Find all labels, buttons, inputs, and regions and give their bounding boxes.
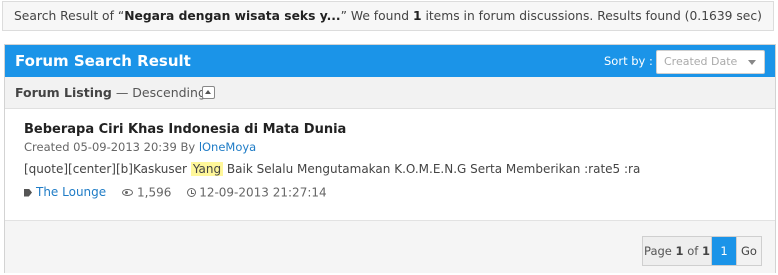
author-link[interactable]: lOneMoya bbox=[199, 140, 256, 154]
view-count: 1,596 bbox=[137, 185, 172, 200]
result-meta: The Lounge 1,596 12-09-2013 21:27:14 bbox=[24, 185, 327, 200]
result-count: 1 bbox=[412, 9, 422, 23]
page-total: 1 bbox=[701, 244, 710, 258]
tag-icon bbox=[24, 188, 32, 197]
panel-header: Forum Search Result Sort by : Created Da… bbox=[5, 45, 775, 77]
collapse-toggle-button[interactable] bbox=[202, 86, 215, 99]
search-summary: Search Result of “Negara dengan wisata s… bbox=[2, 1, 774, 31]
snippet-before: [quote][center][b]Kaskuser bbox=[24, 162, 191, 176]
chevron-down-icon bbox=[748, 60, 756, 65]
search-query: Negara dengan wisata seks y... bbox=[124, 9, 341, 23]
panel-title: Forum Search Result bbox=[15, 52, 191, 70]
sort-select[interactable]: Created Date bbox=[656, 50, 765, 74]
snippet-highlight: Yang bbox=[190, 162, 224, 176]
page-current: 1 bbox=[675, 244, 684, 258]
listing-label: Forum Listing — Descending bbox=[15, 77, 206, 109]
listing-order: — Descending bbox=[111, 85, 206, 100]
snippet-after: Baik Selalu Mengutamakan K.O.M.E.N.G Ser… bbox=[223, 162, 641, 176]
listing-bar: Forum Listing — Descending bbox=[5, 77, 775, 109]
summary-suffix: items in forum discussions. Results foun… bbox=[421, 9, 762, 23]
page-info-mid: of bbox=[683, 244, 702, 258]
thread-title-link[interactable]: Beberapa Ciri Khas Indonesia di Mata Dun… bbox=[24, 122, 346, 137]
page-1-button[interactable]: 1 bbox=[712, 237, 736, 265]
post-date: 12-09-2013 21:27:14 bbox=[199, 185, 327, 200]
sort-label: Sort by : bbox=[604, 54, 653, 68]
page-info: Page 1 of 1 bbox=[643, 237, 712, 265]
result-snippet: [quote][center][b]Kaskuser Yang Baik Sel… bbox=[24, 162, 640, 176]
pagination: Page 1 of 1 1 Go bbox=[642, 236, 762, 266]
clock-icon bbox=[187, 188, 197, 197]
summary-prefix: Search Result of “ bbox=[14, 9, 125, 23]
category-link[interactable]: The Lounge bbox=[36, 185, 106, 199]
result-item: Beberapa Ciri Khas Indonesia di Mata Dun… bbox=[16, 118, 760, 218]
panel-footer: Page 1 of 1 1 Go bbox=[5, 220, 775, 273]
page-info-prefix: Page bbox=[644, 244, 676, 258]
sort-value: Created Date bbox=[664, 55, 738, 68]
created-text: Created 05-09-2013 20:39 By bbox=[24, 140, 199, 154]
created-info: Created 05-09-2013 20:39 By lOneMoya bbox=[24, 140, 256, 154]
listing-title: Forum Listing bbox=[15, 85, 112, 100]
search-result-panel: Forum Search Result Sort by : Created Da… bbox=[4, 44, 776, 273]
summary-mid: ” We found bbox=[340, 9, 413, 23]
eye-icon bbox=[122, 189, 133, 196]
go-button[interactable]: Go bbox=[736, 237, 761, 265]
